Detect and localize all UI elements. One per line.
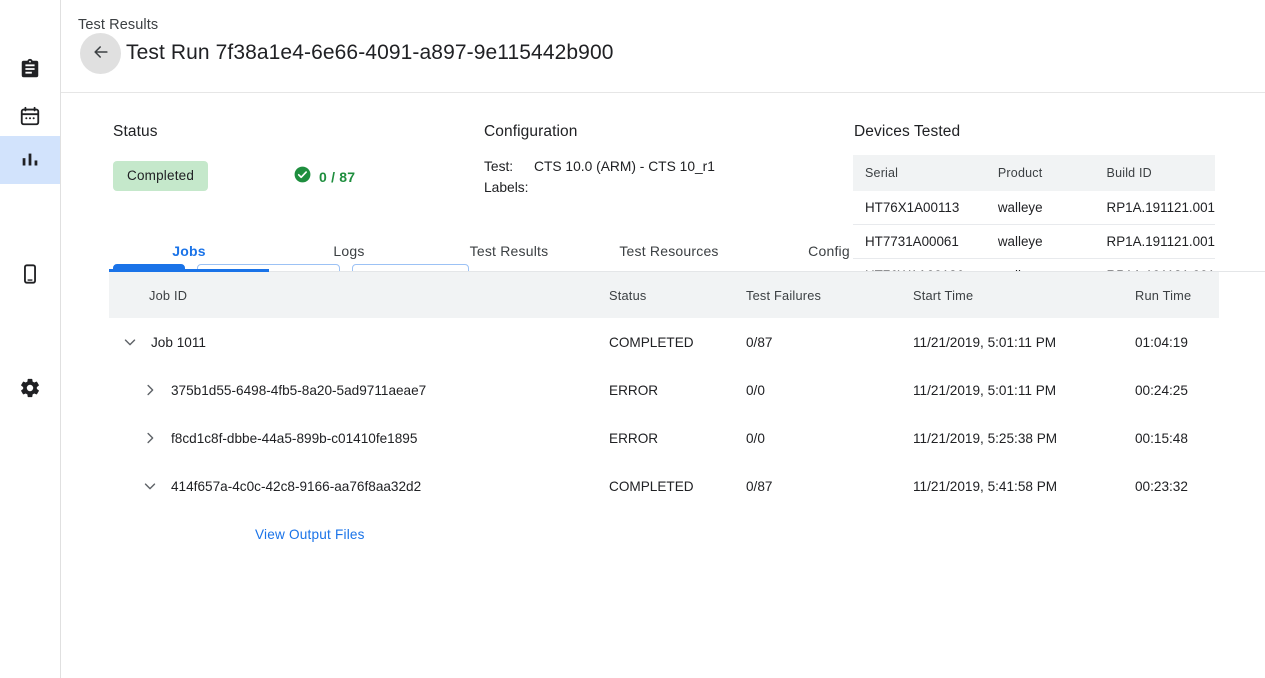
tab-logs[interactable]: Logs (269, 230, 429, 271)
job-run-time: 00:15:48 (1135, 431, 1255, 446)
job-test-failures: 0/0 (746, 383, 913, 398)
jobs-col-run-time: Run Time (1135, 288, 1255, 303)
main-content: Test Results Test Run 7f38a1e4-6e66-4091… (61, 0, 1265, 678)
job-start-time: 11/21/2019, 5:01:11 PM (913, 335, 1135, 350)
sidebar-item-schedules[interactable] (0, 92, 60, 140)
calendar-icon (19, 105, 41, 127)
tab-jobs[interactable]: Jobs (109, 230, 269, 271)
config-row-labels: Labels: (484, 177, 715, 198)
table-row[interactable]: 414f657a-4c0c-42c8-9166-aa76f8aa32d2 COM… (109, 462, 1219, 510)
tab-test-results[interactable]: Test Results (429, 230, 589, 271)
sidebar-item-test-plans[interactable] (0, 45, 60, 93)
jobs-col-start-time: Start Time (913, 288, 1135, 303)
job-status: ERROR (609, 383, 746, 398)
breadcrumb[interactable]: Test Results (78, 17, 158, 33)
job-start-time: 11/21/2019, 5:41:58 PM (913, 479, 1135, 494)
job-id-label: f8cd1c8f-dbbe-44a5-899b-c01410fe1895 (171, 431, 417, 446)
sidebar (0, 0, 61, 678)
jobs-table-header-row: Job ID Status Test Failures Start Time R… (109, 272, 1219, 318)
gear-icon (19, 377, 41, 399)
configuration-section-title: Configuration (484, 123, 578, 141)
test-pass-count: 0 / 87 (293, 165, 355, 189)
job-id-label: 375b1d55-6498-4fb5-8a20-5ad9711aeae7 (171, 383, 426, 398)
device-serial: HT76X1A00113 (853, 191, 986, 225)
jobs-col-test-failures: Test Failures (746, 288, 913, 303)
device-build-id: RP1A.191121.001 (1095, 191, 1215, 225)
status-badge: Completed (113, 161, 208, 191)
job-id-label: 414f657a-4c0c-42c8-9166-aa76f8aa32d2 (171, 479, 421, 494)
config-row-test: Test: CTS 10.0 (ARM) - CTS 10_r1 (484, 156, 715, 177)
chevron-down-icon[interactable] (141, 476, 171, 496)
devices-col-serial: Serial (853, 155, 986, 191)
table-row: HT76X1A00113 walleye RP1A.191121.001 (853, 191, 1215, 225)
expanded-job-detail: View Output Files (109, 510, 1219, 558)
config-key-labels: Labels: (484, 177, 534, 198)
tab-config[interactable]: Config (749, 230, 909, 271)
device-product: walleye (986, 191, 1095, 225)
job-start-time: 11/21/2019, 5:25:38 PM (913, 431, 1135, 446)
job-run-time: 01:04:19 (1135, 335, 1255, 350)
configuration-details: Test: CTS 10.0 (ARM) - CTS 10_r1 Labels: (484, 156, 715, 198)
config-value-test: CTS 10.0 (ARM) - CTS 10_r1 (534, 156, 715, 177)
table-row[interactable]: f8cd1c8f-dbbe-44a5-899b-c01410fe1895 ERR… (109, 414, 1219, 462)
app-root: Test Results Test Run 7f38a1e4-6e66-4091… (0, 0, 1265, 678)
job-test-failures: 0/0 (746, 431, 913, 446)
device-icon (19, 263, 41, 285)
devices-table-header-row: Serial Product Build ID (853, 155, 1215, 191)
page-header: Test Results Test Run 7f38a1e4-6e66-4091… (61, 0, 1265, 93)
job-status: COMPLETED (609, 335, 746, 350)
chevron-right-icon[interactable] (141, 380, 171, 400)
job-test-failures: 0/87 (746, 335, 913, 350)
bar-chart-icon (19, 149, 41, 171)
job-test-failures: 0/87 (746, 479, 913, 494)
job-status: COMPLETED (609, 479, 746, 494)
tab-bar: Jobs Logs Test Results Test Resources Co… (109, 230, 1265, 272)
jobs-table: Job ID Status Test Failures Start Time R… (109, 272, 1219, 558)
devices-col-build-id: Build ID (1095, 155, 1215, 191)
job-run-time: 00:24:25 (1135, 383, 1255, 398)
pass-count-label: 0 / 87 (319, 169, 355, 185)
jobs-col-status: Status (609, 288, 746, 303)
table-row[interactable]: Job 1011 COMPLETED 0/87 11/21/2019, 5:01… (109, 318, 1219, 366)
job-start-time: 11/21/2019, 5:01:11 PM (913, 383, 1135, 398)
chevron-right-icon[interactable] (141, 428, 171, 448)
status-section-title: Status (113, 123, 158, 141)
chevron-down-icon[interactable] (121, 332, 151, 352)
sidebar-item-devices[interactable] (0, 250, 60, 298)
back-button[interactable] (80, 33, 121, 74)
view-output-files-link[interactable]: View Output Files (255, 527, 365, 542)
arrow-left-icon (91, 42, 111, 65)
clipboard-icon (19, 58, 41, 80)
job-run-time: 00:23:32 (1135, 479, 1255, 494)
tab-test-resources[interactable]: Test Resources (589, 230, 749, 271)
sidebar-item-settings[interactable] (0, 364, 60, 412)
devices-section-title: Devices Tested (854, 123, 960, 141)
devices-col-product: Product (986, 155, 1095, 191)
page-title: Test Run 7f38a1e4-6e66-4091-a897-9e11544… (126, 41, 614, 65)
table-row[interactable]: 375b1d55-6498-4fb5-8a20-5ad9711aeae7 ERR… (109, 366, 1219, 414)
config-key-test: Test: (484, 156, 534, 177)
job-status: ERROR (609, 431, 746, 446)
sidebar-item-test-results[interactable] (0, 136, 60, 184)
jobs-col-job-id: Job ID (109, 288, 609, 303)
check-circle-icon (293, 165, 312, 189)
job-id-label: Job 1011 (151, 335, 206, 350)
